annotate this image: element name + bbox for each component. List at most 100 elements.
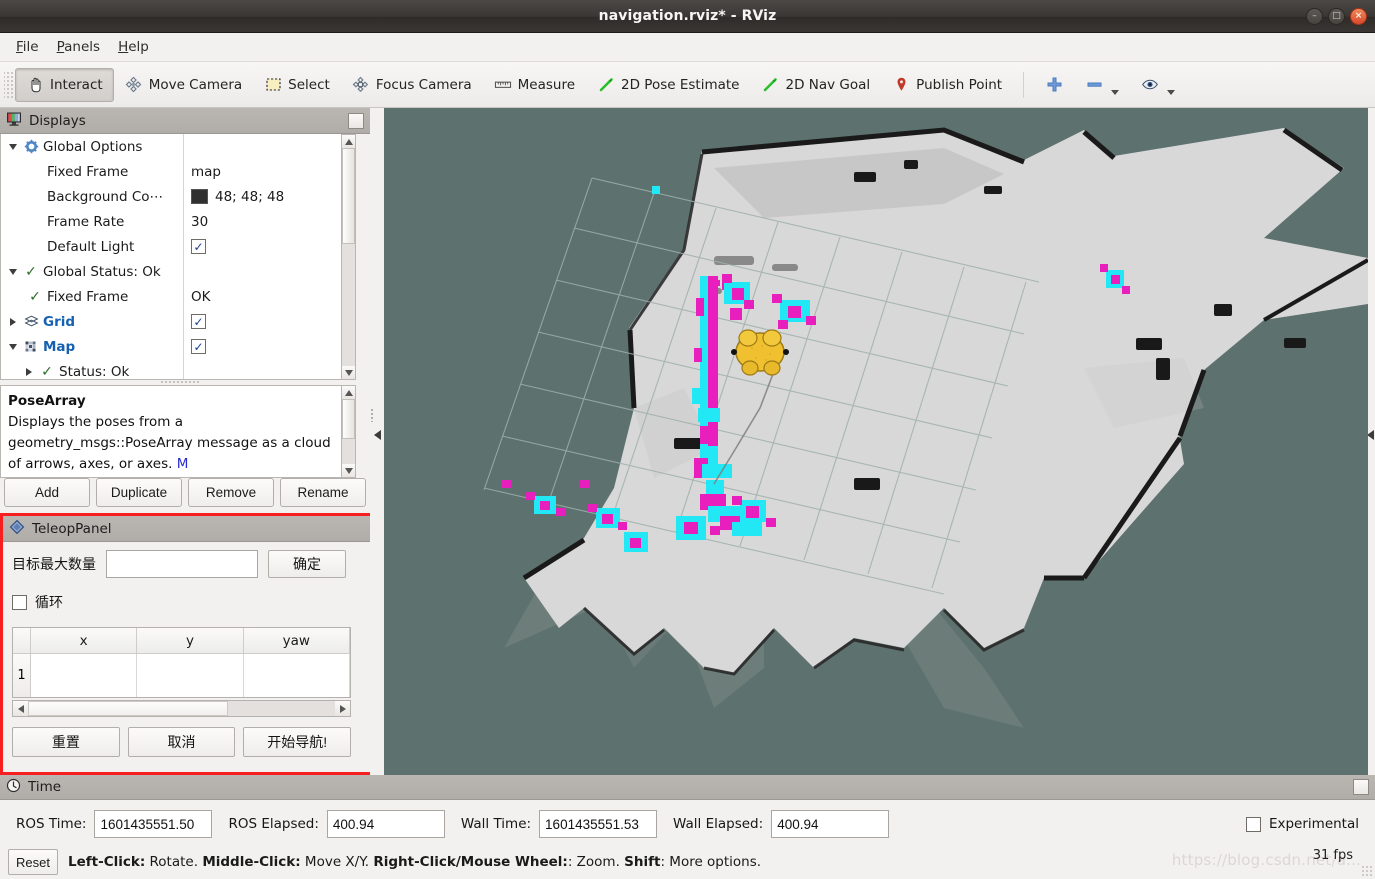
toolbar-separator <box>1023 72 1024 98</box>
collapse-left-dock-button[interactable] <box>372 425 382 445</box>
reset-time-button[interactable]: Reset <box>8 849 58 875</box>
tool-2d-pose-estimate[interactable]: 2D Pose Estimate <box>586 68 750 102</box>
ros-time-field[interactable] <box>94 810 212 838</box>
waypoint-table[interactable]: x y yaw 1 <box>12 627 351 698</box>
loop-checkbox[interactable] <box>12 595 27 610</box>
scroll-down-button[interactable] <box>342 464 355 477</box>
menu-panels[interactable]: Panels <box>49 36 108 58</box>
max-count-input[interactable] <box>106 550 258 578</box>
tree-row-map-status[interactable]: ✓ Status: Ok <box>1 359 356 380</box>
scroll-track[interactable] <box>342 148 355 366</box>
experimental-checkbox[interactable] <box>1246 817 1261 832</box>
tree-row-frame-rate[interactable]: Frame Rate 30 <box>1 209 356 234</box>
tree-row-global-options[interactable]: Global Options <box>1 134 356 159</box>
remove-tool-chevron-down-icon[interactable] <box>1111 90 1119 95</box>
scroll-down-button[interactable] <box>342 366 355 379</box>
twisty-expanded-icon[interactable] <box>5 344 21 350</box>
cell-x[interactable] <box>31 654 137 697</box>
column-header-y[interactable]: y <box>137 628 243 653</box>
toolbar-drag-handle[interactable] <box>4 71 13 99</box>
scroll-right-button[interactable] <box>335 701 350 716</box>
max-count-label: 目标最大数量 <box>12 554 96 574</box>
time-float-button[interactable] <box>1353 779 1369 795</box>
scroll-thumb[interactable] <box>342 399 355 439</box>
description-scrollbar[interactable] <box>341 385 356 478</box>
scroll-track[interactable] <box>28 701 335 716</box>
column-header-yaw[interactable]: yaw <box>244 628 350 653</box>
tool-interact[interactable]: Interact <box>15 68 114 102</box>
tree-row-global-status[interactable]: ✓ Global Status: Ok <box>1 259 356 284</box>
rename-display-button[interactable]: Rename <box>280 478 366 507</box>
check-icon: ✓ <box>37 364 57 380</box>
twisty-collapsed-icon[interactable] <box>5 318 21 326</box>
tool-2d-nav-goal[interactable]: 2D Nav Goal <box>751 68 882 102</box>
map-enable-checkbox[interactable]: ✓ <box>191 339 206 354</box>
menu-help[interactable]: Help <box>110 36 157 58</box>
waypoint-table-hscrollbar[interactable] <box>12 700 351 717</box>
displays-float-button[interactable] <box>348 113 364 129</box>
description-link[interactable]: M <box>177 456 189 472</box>
twisty-collapsed-icon[interactable] <box>21 368 37 376</box>
scroll-track[interactable] <box>342 399 355 464</box>
tree-row-default-light[interactable]: Default Light ✓ <box>1 234 356 259</box>
twisty-expanded-icon[interactable] <box>5 269 21 275</box>
render-viewport-3d[interactable] <box>384 108 1368 775</box>
hint-middle-click: Middle-Click: <box>202 854 300 870</box>
wall-time-field[interactable] <box>539 810 657 838</box>
splitter-dots <box>370 408 375 422</box>
duplicate-display-button[interactable]: Duplicate <box>96 478 182 507</box>
displays-tree-scrollbar[interactable] <box>341 134 356 380</box>
tree-value-background-color[interactable]: 48; 48; 48 <box>183 184 356 209</box>
ros-elapsed-field[interactable] <box>327 810 445 838</box>
tree-row-grid[interactable]: Grid ✓ <box>1 309 356 334</box>
cell-y[interactable] <box>137 654 243 697</box>
title-bar: navigation.rviz* - RViz – □ × <box>0 0 1375 33</box>
scroll-thumb[interactable] <box>342 148 355 244</box>
start-nav-button[interactable]: 开始导航! <box>243 727 351 757</box>
tool-move-camera[interactable]: Move Camera <box>114 68 253 102</box>
eye-visibility-icon <box>1141 76 1159 94</box>
add-tool-button[interactable] <box>1034 68 1074 102</box>
displays-tree[interactable]: Global Options Fixed Frame map Backgroun… <box>0 134 356 380</box>
wall-elapsed-field[interactable] <box>771 810 889 838</box>
tool-select[interactable]: Select <box>253 68 341 102</box>
scroll-up-button[interactable] <box>342 135 355 148</box>
add-display-button[interactable]: Add <box>4 478 90 507</box>
minimize-button[interactable]: – <box>1306 8 1323 25</box>
default-light-checkbox[interactable]: ✓ <box>191 239 206 254</box>
remove-tool-button[interactable] <box>1074 68 1130 102</box>
visibility-button[interactable] <box>1130 68 1186 102</box>
tree-row-map[interactable]: Map ✓ <box>1 334 356 359</box>
color-swatch[interactable] <box>191 189 208 204</box>
close-button[interactable]: × <box>1350 8 1367 25</box>
visibility-chevron-down-icon[interactable] <box>1167 90 1175 95</box>
confirm-button[interactable]: 确定 <box>268 550 346 578</box>
menu-file[interactable]: File <box>8 36 47 58</box>
column-header-x[interactable]: x <box>31 628 137 653</box>
table-row[interactable]: 1 <box>13 653 350 697</box>
tool-measure[interactable]: Measure <box>483 68 586 102</box>
hint-rotate: Rotate. <box>145 854 202 870</box>
window-resize-grip[interactable] <box>1361 865 1373 877</box>
tool-focus-camera[interactable]: Focus Camera <box>341 68 483 102</box>
tree-row-background-color[interactable]: Background Co⋯ 48; 48; 48 <box>1 184 356 209</box>
tree-value-frame-rate[interactable]: 30 <box>183 209 356 234</box>
grid-enable-checkbox[interactable]: ✓ <box>191 314 206 329</box>
tree-value-fixed-frame[interactable]: map <box>183 159 356 184</box>
scroll-thumb[interactable] <box>28 701 228 716</box>
scroll-left-button[interactable] <box>13 701 28 716</box>
teleop-panel-body: 目标最大数量 确定 循环 x y yaw 1 <box>3 542 372 772</box>
displays-panel-title: Displays <box>29 113 86 129</box>
tree-row-fixed-frame[interactable]: Fixed Frame map <box>1 159 356 184</box>
maximize-button[interactable]: □ <box>1328 8 1345 25</box>
reset-button[interactable]: 重置 <box>12 727 120 757</box>
tree-value-map-status <box>183 359 356 380</box>
tree-row-status-fixed-frame[interactable]: ✓ Fixed Frame OK <box>1 284 356 309</box>
cell-yaw[interactable] <box>244 654 350 697</box>
scroll-up-button[interactable] <box>342 386 355 399</box>
remove-display-button[interactable]: Remove <box>188 478 274 507</box>
tool-publish-point[interactable]: Publish Point <box>881 68 1013 102</box>
twisty-expanded-icon[interactable] <box>5 144 21 150</box>
cancel-button[interactable]: 取消 <box>128 727 236 757</box>
description-line3: of arrows, axes, or axes. <box>8 456 172 472</box>
